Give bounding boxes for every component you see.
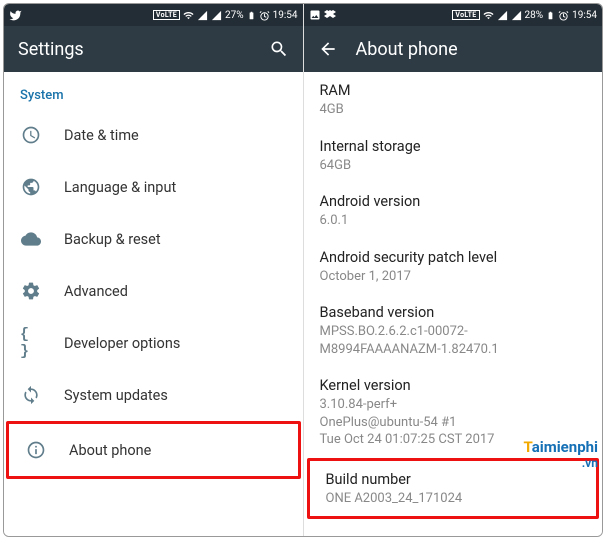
- detail-kernel[interactable]: Kernel version 3.10.84-perf+ OnePlus@ubu…: [304, 367, 603, 458]
- dropbox-icon: [324, 9, 336, 21]
- settings-header: Settings: [4, 26, 303, 72]
- gear-icon: [20, 280, 42, 302]
- detail-storage[interactable]: Internal storage 64GB: [304, 128, 603, 184]
- section-system: System: [4, 72, 303, 109]
- detail-value: October 1, 2017: [320, 268, 587, 286]
- info-icon: [25, 439, 47, 461]
- item-advanced[interactable]: Advanced: [4, 265, 303, 317]
- detail-title: Android security patch level: [320, 249, 587, 266]
- detail-title: RAM: [320, 82, 587, 99]
- detail-title: Kernel version: [320, 377, 587, 394]
- detail-title: Internal storage: [320, 138, 587, 155]
- cloud-icon: [20, 228, 42, 250]
- signal-icon: [211, 10, 222, 21]
- volte-badge: VoLTE: [452, 10, 479, 20]
- detail-title: Baseband version: [320, 304, 587, 321]
- twitter-icon: [9, 9, 22, 22]
- clock-time: 19:54: [572, 10, 597, 21]
- detail-security-patch[interactable]: Android security patch level October 1, …: [304, 239, 603, 295]
- page-title: Settings: [18, 39, 251, 60]
- volte-badge: VoLTE: [153, 10, 180, 20]
- item-system-updates[interactable]: System updates: [4, 369, 303, 421]
- item-date-time[interactable]: Date & time: [4, 109, 303, 161]
- braces-icon: { }: [20, 332, 42, 354]
- battery-icon: [247, 10, 256, 21]
- signal-icon: [497, 10, 508, 21]
- settings-list: System Date & time Language & input Back…: [4, 72, 303, 481]
- detail-baseband[interactable]: Baseband version MPSS.BO.2.6.2.c1-00072-…: [304, 294, 603, 367]
- signal-icon: [511, 10, 522, 21]
- battery-percent: 28%: [525, 10, 544, 21]
- status-bar-left: VoLTE 27% 19:54: [4, 4, 303, 26]
- signal-icon: [197, 10, 208, 21]
- battery-icon: [546, 10, 555, 21]
- clock-icon: [20, 124, 42, 146]
- update-icon: [20, 384, 42, 406]
- item-label: Date & time: [64, 127, 139, 144]
- item-label: Language & input: [64, 179, 176, 196]
- detail-value: ONE A2003_24_171024: [326, 490, 581, 508]
- battery-percent: 27%: [225, 10, 244, 21]
- wifi-icon: [483, 10, 494, 21]
- about-list: RAM 4GB Internal storage 64GB Android ve…: [304, 72, 603, 522]
- item-label: Advanced: [64, 283, 128, 300]
- clock-time: 19:54: [273, 10, 298, 21]
- detail-title: Android version: [320, 193, 587, 210]
- about-header: About phone: [304, 26, 603, 72]
- item-about-phone[interactable]: About phone: [6, 421, 301, 479]
- alarm-icon: [259, 10, 270, 21]
- item-language-input[interactable]: Language & input: [4, 161, 303, 213]
- detail-value: 64GB: [320, 157, 587, 175]
- detail-build-number[interactable]: Build number ONE A2003_24_171024: [307, 458, 600, 520]
- item-label: Backup & reset: [64, 231, 161, 248]
- detail-value: 6.0.1: [320, 212, 587, 230]
- detail-value: 3.10.84-perf+ OnePlus@ubuntu-54 #1 Tue O…: [320, 396, 587, 449]
- alarm-icon: [558, 10, 569, 21]
- watermark-suffix: .vn: [582, 456, 598, 470]
- back-icon[interactable]: [318, 39, 338, 59]
- detail-value: MPSS.BO.2.6.2.c1-00072-M8994FAAAANAZM-1.…: [320, 323, 587, 358]
- search-icon[interactable]: [269, 39, 289, 59]
- detail-value: 4GB: [320, 101, 587, 119]
- image-icon: [309, 9, 321, 21]
- detail-title: Build number: [326, 471, 581, 488]
- globe-icon: [20, 176, 42, 198]
- wifi-icon: [183, 10, 194, 21]
- item-label: Developer options: [64, 335, 180, 352]
- item-label: System updates: [64, 387, 168, 404]
- detail-ram[interactable]: RAM 4GB: [304, 72, 603, 128]
- item-backup-reset[interactable]: Backup & reset: [4, 213, 303, 265]
- detail-android-version[interactable]: Android version 6.0.1: [304, 183, 603, 239]
- status-bar-right: VoLTE 28% 19:54: [304, 4, 603, 26]
- item-developer-options[interactable]: { } Developer options: [4, 317, 303, 369]
- settings-panel: VoLTE 27% 19:54 Settings System: [4, 4, 304, 536]
- item-label: About phone: [69, 442, 151, 459]
- page-title: About phone: [356, 39, 589, 60]
- about-phone-panel: VoLTE 28% 19:54 About phone RAM 4GB: [304, 4, 603, 536]
